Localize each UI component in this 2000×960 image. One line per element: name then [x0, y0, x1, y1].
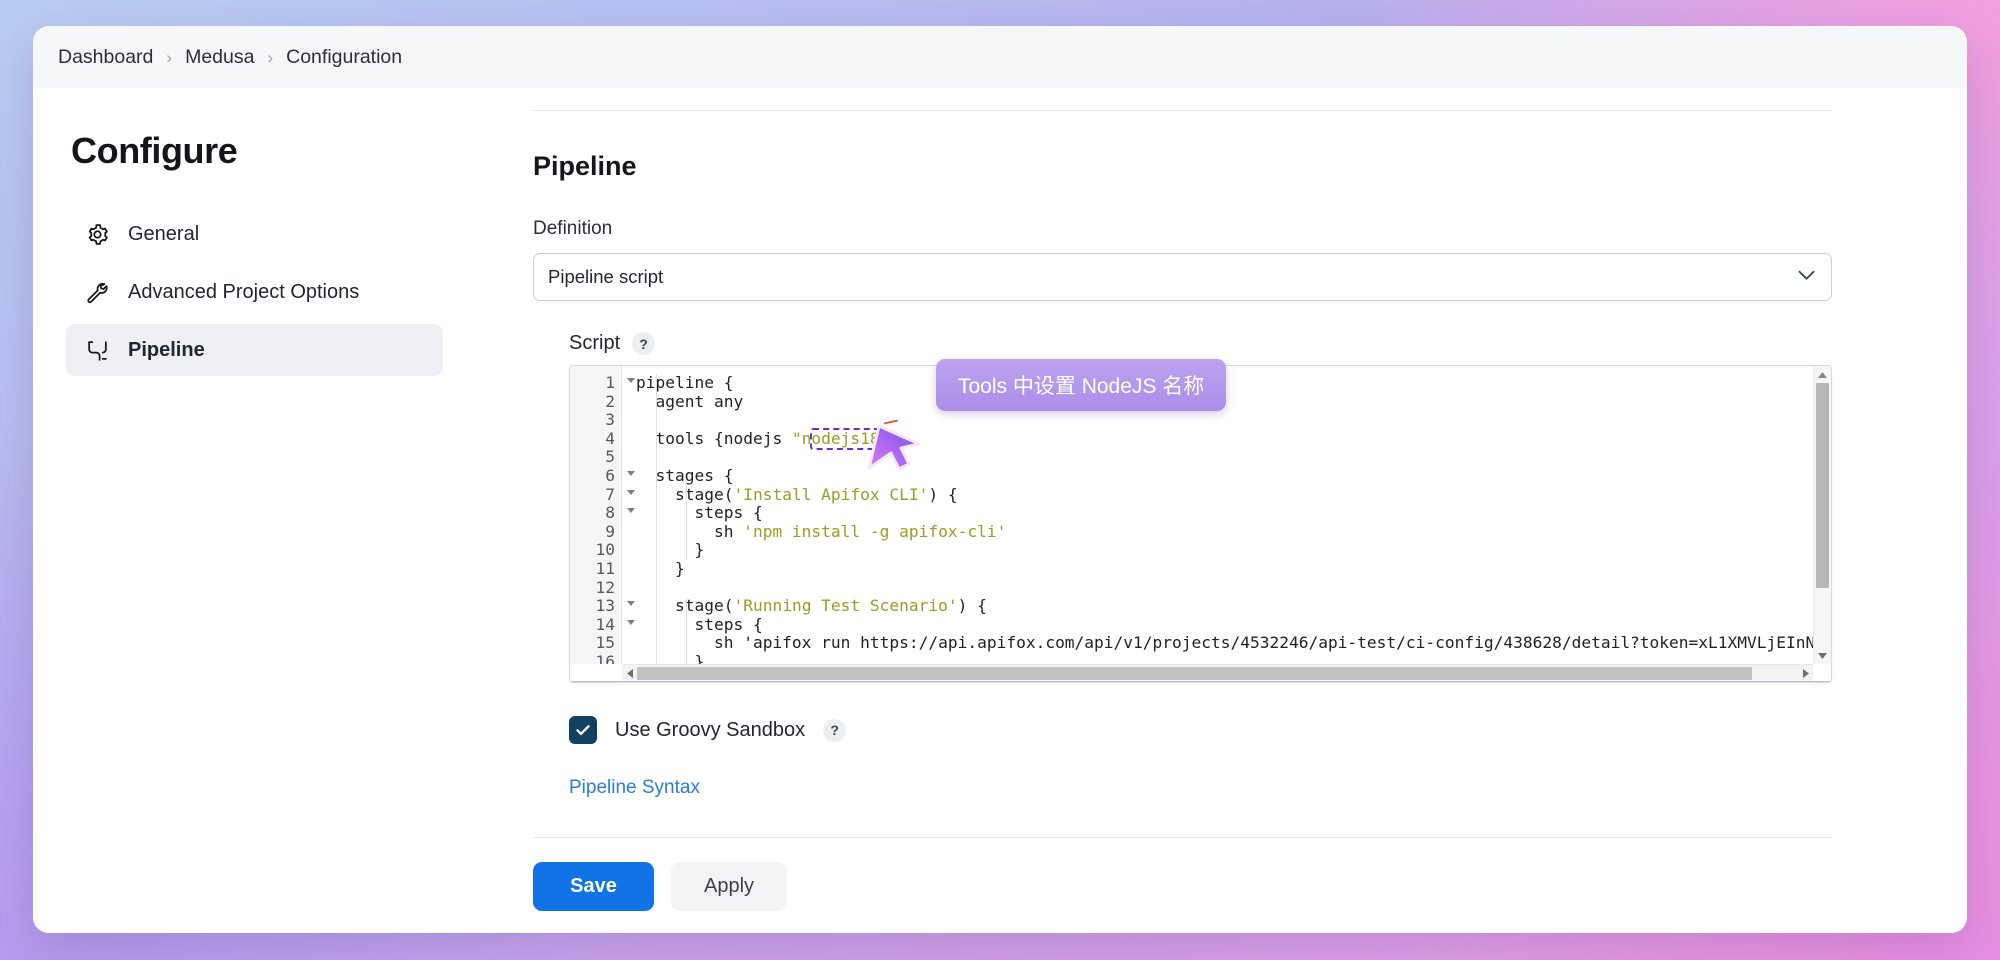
- editor-code-line: }: [636, 540, 705, 560]
- annotation-arrow-cursor-icon: [861, 412, 933, 476]
- breadcrumb-separator-icon: ›: [166, 47, 173, 67]
- scroll-right-arrow-icon[interactable]: [1798, 665, 1813, 682]
- editor-code-line: [636, 411, 1813, 430]
- page-title: Configure: [71, 130, 238, 171]
- breadcrumb-separator-icon: ›: [267, 47, 274, 67]
- editor-line-number: 7: [570, 485, 635, 505]
- editor-code-line: [636, 448, 1813, 467]
- editor-code-line: sh 'apifox run https://api.apifox.com/ap…: [713, 633, 1813, 653]
- script-editor[interactable]: 1234567891011121314151617 pipeline { age…: [569, 365, 1832, 683]
- chevron-down-icon: [1798, 269, 1815, 285]
- main-content: Pipeline Definition Pipeline script Scri…: [473, 88, 1967, 933]
- pipeline-icon: [84, 337, 110, 363]
- editor-code-line: steps {: [636, 614, 763, 634]
- editor-line-number: 3: [605, 410, 615, 430]
- definition-select-value: Pipeline script: [548, 266, 664, 287]
- pipeline-panel: Pipeline Definition Pipeline script Scri…: [533, 110, 1832, 799]
- editor-vertical-scrollbar[interactable]: [1813, 366, 1831, 664]
- editor-line-number: 9: [605, 521, 615, 541]
- editor-line-number: 12: [595, 577, 616, 597]
- breadcrumb-item-dashboard[interactable]: Dashboard: [58, 46, 153, 69]
- editor-line-number: 13: [570, 597, 635, 616]
- editor-line-number: 8: [570, 504, 635, 523]
- editor-line-number: 4: [605, 428, 615, 448]
- scroll-left-arrow-icon[interactable]: [622, 665, 637, 682]
- pipeline-syntax-link[interactable]: Pipeline Syntax: [569, 777, 700, 798]
- sidebar-item-advanced-project-options[interactable]: Advanced Project Options: [66, 266, 443, 318]
- sidebar-item-label: General: [128, 222, 200, 245]
- editor-line-number: 14: [570, 615, 635, 635]
- groovy-sandbox-row: Use Groovy Sandbox ?: [569, 716, 1832, 744]
- script-help-icon[interactable]: ?: [632, 332, 656, 355]
- use-groovy-sandbox-label: Use Groovy Sandbox: [615, 718, 806, 741]
- definition-select[interactable]: Pipeline script: [533, 253, 1832, 301]
- sidebar-item-label: Advanced Project Options: [128, 280, 360, 303]
- wrench-icon: [84, 279, 110, 305]
- editor-line-number: 15: [595, 633, 616, 653]
- pipeline-syntax-row: Pipeline Syntax: [569, 777, 1832, 799]
- editor-code-line: stage('Install Apifox CLI') {: [636, 484, 958, 504]
- editor-code-line: steps {: [636, 503, 763, 523]
- editor-code-line: [636, 579, 1813, 598]
- editor-code-line: }: [636, 558, 685, 578]
- editor-horizontal-scrollbar[interactable]: [622, 664, 1813, 682]
- apply-button[interactable]: Apply: [671, 862, 787, 911]
- gear-icon: [84, 221, 110, 247]
- sidebar-item-label: Pipeline: [128, 338, 205, 361]
- scroll-up-arrow-icon[interactable]: [1814, 366, 1831, 383]
- editor-code-line: sh 'npm install -g apifox-cli': [636, 521, 1007, 541]
- editor-line-number: 11: [595, 558, 616, 578]
- breadcrumb-item-medusa[interactable]: Medusa: [185, 46, 254, 69]
- save-button[interactable]: Save: [533, 862, 654, 911]
- sidebar: Configure General Advanced Project Optio…: [33, 88, 473, 933]
- browser-window: Dashboard › Medusa › Configuration Confi…: [33, 26, 1967, 933]
- editor-line-number: 10: [595, 540, 616, 560]
- editor-line-number: 16: [595, 651, 616, 664]
- breadcrumb-item-configuration[interactable]: Configuration: [286, 46, 402, 69]
- editor-line-number: 2: [605, 391, 615, 411]
- horizontal-scroll-thumb[interactable]: [637, 667, 1752, 680]
- editor-code-line: tools {nodejs "nodejs18"}: [636, 428, 899, 448]
- editor-line-number: 5: [605, 447, 615, 467]
- script-label: Script: [569, 332, 621, 354]
- editor-code-line: }: [636, 651, 705, 664]
- annotation-label: Tools 中设置 NodeJS 名称: [936, 359, 1227, 411]
- editor-line-number: 6: [570, 466, 635, 486]
- editor-code-line: stages {: [636, 465, 734, 485]
- vertical-scroll-thumb[interactable]: [1816, 383, 1829, 588]
- editor-code-line: stage('Running Test Scenario') {: [636, 596, 987, 616]
- sandbox-help-icon[interactable]: ?: [823, 718, 847, 742]
- editor-bottom-edge: [570, 681, 1831, 682]
- sidebar-item-general[interactable]: General: [66, 208, 443, 260]
- scroll-down-arrow-icon[interactable]: [1814, 647, 1831, 664]
- definition-label: Definition: [533, 218, 613, 239]
- script-header: Script ?: [569, 332, 1832, 355]
- section-title: Pipeline: [533, 151, 637, 181]
- editor-gutter: 1234567891011121314151617: [570, 366, 635, 664]
- sidebar-item-pipeline[interactable]: Pipeline: [66, 324, 443, 376]
- use-groovy-sandbox-checkbox[interactable]: [569, 716, 597, 744]
- page-body: Configure General Advanced Project Optio…: [33, 88, 1967, 933]
- editor-line-number: 1: [570, 373, 635, 393]
- form-actions: Save Apply: [473, 838, 1967, 911]
- breadcrumb: Dashboard › Medusa › Configuration: [33, 26, 1967, 88]
